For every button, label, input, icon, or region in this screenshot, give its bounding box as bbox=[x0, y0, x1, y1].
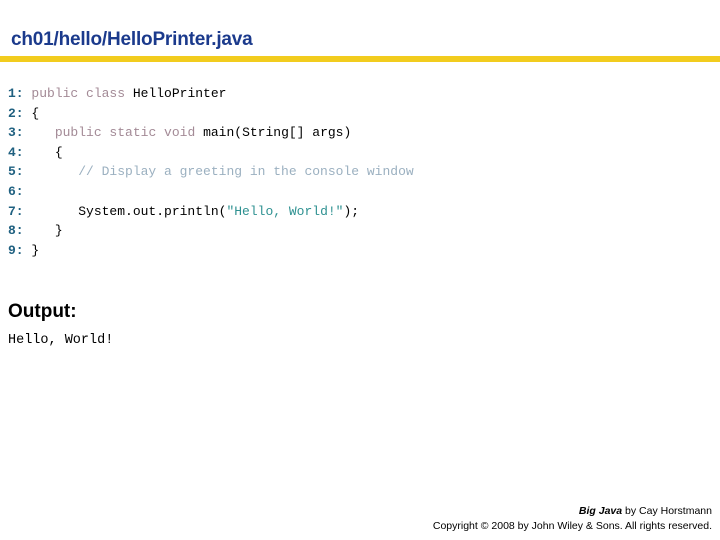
code-line-number: 8: bbox=[8, 223, 24, 239]
code-line-number: 7: bbox=[8, 203, 24, 219]
code-token-pln: HelloPrinter bbox=[132, 86, 227, 101]
output-section: Output: Hello, World! bbox=[8, 300, 708, 350]
code-line: 5: // Display a greeting in the console … bbox=[8, 162, 708, 182]
code-line-number: 4: bbox=[8, 144, 24, 160]
code-line-number: 2: bbox=[8, 105, 24, 121]
code-line-number: 9: bbox=[8, 242, 24, 258]
code-token-pln: } bbox=[23, 242, 40, 258]
footer-copyright: Copyright © 2008 by John Wiley & Sons. A… bbox=[432, 520, 712, 532]
code-token-pln: main(String[] args) bbox=[203, 125, 352, 141]
slide-header: ch01/hello/HelloPrinter.java bbox=[0, 0, 720, 62]
code-line-number: 1: bbox=[8, 86, 24, 101]
code-token-kw: public class bbox=[31, 86, 133, 101]
footer-book-title: Big Java bbox=[578, 505, 623, 517]
output-heading: Output: bbox=[8, 301, 77, 322]
code-token-pln: { bbox=[23, 144, 63, 160]
code-line: 9: } bbox=[8, 241, 708, 261]
code-line: 6: bbox=[8, 182, 708, 202]
output-console-text: Hello, World! bbox=[8, 333, 114, 348]
page-title: ch01/hello/HelloPrinter.java bbox=[11, 29, 253, 50]
code-token-pln: System.out.println( bbox=[23, 203, 227, 219]
code-line: 8: } bbox=[8, 221, 708, 241]
code-line: 3: public static void main(String[] args… bbox=[8, 123, 708, 143]
code-line: 1: public class HelloPrinter bbox=[8, 84, 708, 104]
code-token-pln: } bbox=[23, 223, 63, 239]
code-line-number: 6: bbox=[8, 183, 24, 199]
footer-book-byline: by Cay Horstmann bbox=[622, 505, 712, 517]
code-token-pln bbox=[24, 164, 79, 179]
code-line-number: 5: bbox=[8, 164, 24, 180]
title-divider-rule bbox=[0, 56, 720, 62]
footer-book-line: Big Java by Cay Horstmann bbox=[433, 504, 712, 519]
slide-footer: Big Java by Cay Horstmann Copyright © 20… bbox=[433, 504, 712, 534]
code-token-pln: ); bbox=[343, 203, 360, 219]
code-token-str: "Hello, World!" bbox=[226, 203, 344, 219]
code-token-pln bbox=[24, 125, 55, 140]
code-token-kw: public static void bbox=[54, 125, 204, 141]
code-line: 4: { bbox=[8, 143, 708, 163]
code-line: 7: System.out.println("Hello, World!"); bbox=[8, 202, 708, 222]
code-token-cmt: // Display a greeting in the console win… bbox=[78, 164, 414, 180]
code-listing: 1: public class HelloPrinter 2: {3: publi… bbox=[8, 84, 708, 260]
code-line-number: 3: bbox=[8, 125, 24, 141]
code-line: 2: { bbox=[8, 104, 708, 124]
code-token-pln: { bbox=[23, 105, 40, 121]
